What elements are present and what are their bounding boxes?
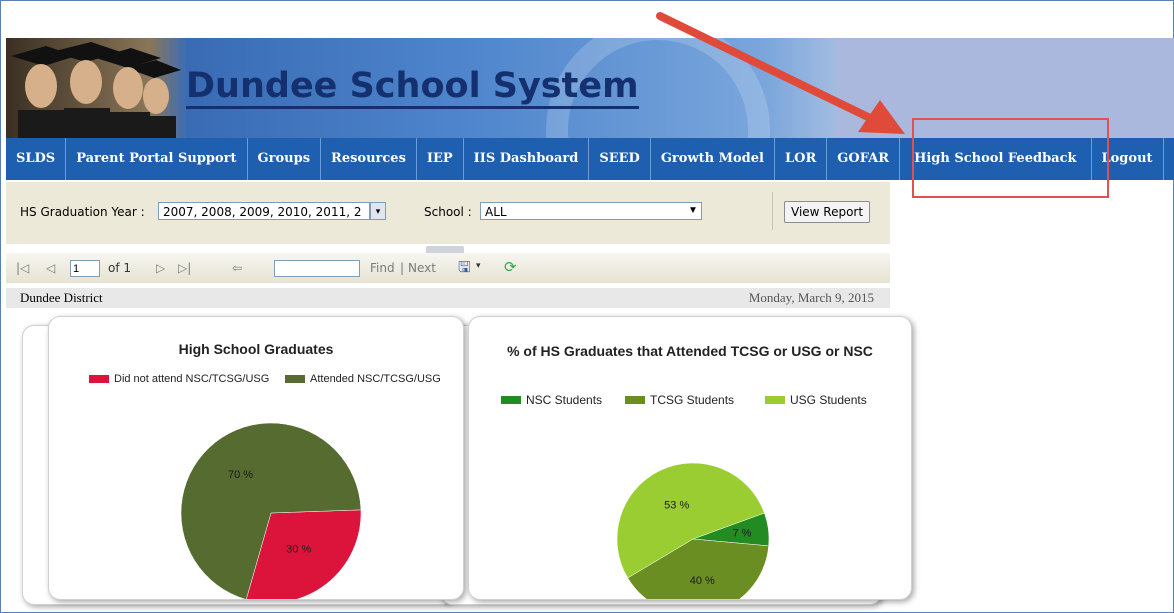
param-separator — [772, 192, 773, 230]
view-report-button[interactable]: View Report — [784, 201, 871, 223]
data-label: 40 % — [690, 575, 715, 587]
nav-item-growth-model[interactable]: Growth Model — [651, 138, 775, 180]
page-number-input[interactable]: 1 — [70, 260, 100, 277]
next-link[interactable]: Next — [408, 261, 436, 275]
highlight-annotation-box — [912, 118, 1109, 198]
report-parameters-panel: HS Graduation Year : 2007, 2008, 2009, 2… — [6, 182, 890, 244]
export-dropdown-icon[interactable]: ▾ — [476, 261, 481, 271]
grad-year-dropdown-icon[interactable]: ▾ — [370, 202, 386, 220]
next-page-icon[interactable]: ▷ — [156, 261, 165, 275]
nav-item-lor[interactable]: LOR — [775, 138, 828, 180]
nav-item-gofar[interactable]: GOFAR — [827, 138, 901, 180]
nav-item-iep[interactable]: IEP — [417, 138, 464, 180]
refresh-icon[interactable]: ⟳ — [504, 258, 517, 276]
district-name: Dundee District — [20, 290, 103, 305]
graduates-photo — [6, 38, 186, 138]
data-label: 30 % — [286, 543, 311, 555]
last-page-icon[interactable]: ▷| — [178, 261, 191, 275]
nav-item-iis-dashboard[interactable]: IIS Dashboard — [464, 138, 590, 180]
chart-card-graduates: High School Graduates Did not attend NSC… — [48, 316, 464, 600]
nav-item-parent-portal-support[interactable]: Parent Portal Support — [66, 138, 248, 180]
find-link[interactable]: Find — [370, 261, 395, 275]
school-label: School : — [424, 205, 472, 219]
nav-item-slds[interactable]: SLDS — [6, 138, 67, 180]
back-icon[interactable]: ⇦ — [232, 261, 242, 275]
grad-year-label: HS Graduation Year : — [20, 205, 145, 219]
page-count: of 1 — [108, 261, 132, 275]
report-toolbar: |◁ ◁ 1 of 1 ▷ ▷| ⇦ Find | Next 🖫 ▾ ⟳ — [6, 253, 890, 283]
data-label: 70 % — [228, 469, 253, 481]
school-select[interactable]: ALL — [480, 202, 702, 220]
nav-item-groups[interactable]: Groups — [248, 138, 322, 180]
site-title: Dundee School System — [186, 66, 639, 109]
nav-item-resources[interactable]: Resources — [321, 138, 417, 180]
data-label: 7 % — [733, 528, 752, 540]
report-date: Monday, March 9, 2015 — [748, 290, 874, 305]
grad-year-select[interactable]: 2007, 2008, 2009, 2010, 2011, 2 — [158, 202, 370, 220]
prev-page-icon[interactable]: ◁ — [46, 261, 55, 275]
pie-chart-graduates: 30 % 70 % — [180, 422, 362, 599]
first-page-icon[interactable]: |◁ — [16, 261, 29, 275]
pie-chart-attendance: 7 % 40 % 53 % — [616, 462, 770, 599]
nav-item-seed[interactable]: SEED — [589, 138, 651, 180]
data-label: 53 % — [664, 500, 689, 512]
find-separator: | — [400, 261, 405, 275]
chart-card-attendance: % of HS Graduates that Attended TCSG or … — [468, 316, 912, 600]
find-input[interactable] — [274, 260, 360, 277]
export-save-icon[interactable]: 🖫 — [458, 257, 471, 282]
school-dropdown-icon[interactable]: ▼ — [688, 205, 698, 216]
